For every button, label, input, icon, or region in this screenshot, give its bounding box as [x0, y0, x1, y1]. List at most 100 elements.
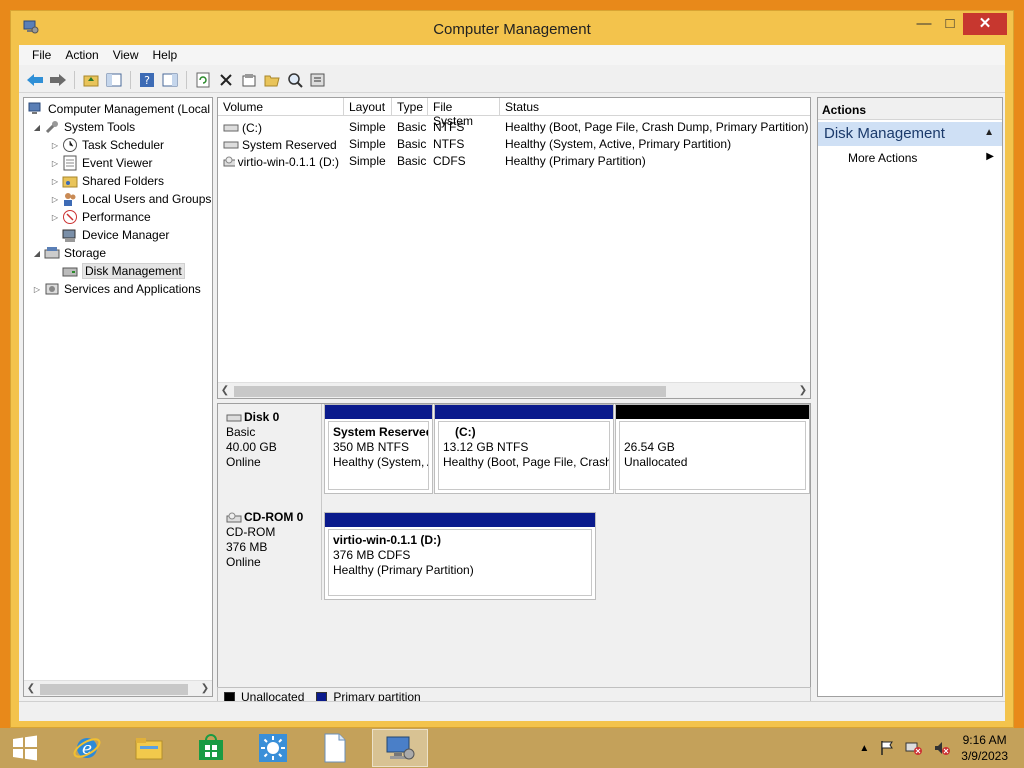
tree-item-services[interactable]: ▷ Services and Applications [32, 280, 201, 298]
volume-horizontal-scrollbar[interactable]: ❮ ❯ [218, 382, 810, 398]
collapsed-triangle-icon[interactable]: ▷ [50, 159, 60, 168]
column-status[interactable]: Status [500, 98, 810, 116]
volume-muted-icon[interactable] [933, 740, 951, 756]
action-pane-button[interactable] [160, 70, 180, 90]
expanded-triangle-icon[interactable]: ◢ [32, 123, 42, 132]
volume-type: Basic [397, 154, 427, 168]
delete-button[interactable] [216, 70, 236, 90]
refresh-button[interactable] [193, 70, 213, 90]
disk-size: 40.00 GB [226, 440, 277, 454]
column-type[interactable]: Type [392, 98, 428, 116]
volume-type: Basic [397, 120, 427, 134]
actions-pane: Actions Disk Management ▲ More Actions ▶ [817, 97, 1003, 697]
scroll-right-arrow-icon[interactable]: ❯ [796, 383, 810, 399]
partition-system-reserved[interactable]: System Reserved 350 MB NTFS Healthy (Sys… [324, 404, 433, 494]
tree-horizontal-scrollbar[interactable]: ❮ ❯ [24, 680, 212, 696]
console-tree: Computer Management (Local ◢ System Tool… [23, 97, 213, 697]
actions-section-disk-management[interactable]: Disk Management ▲ [818, 122, 1002, 146]
taskbar-file-explorer[interactable] [124, 729, 174, 767]
volume-name: (C:) [242, 120, 262, 135]
partition-size: 376 MB CDFS [333, 548, 411, 562]
cd-drive-icon [226, 512, 242, 522]
tree-label: Event Viewer [82, 156, 153, 170]
start-button[interactable] [0, 729, 50, 767]
forward-button[interactable] [48, 70, 68, 90]
volume-layout: Simple [349, 154, 386, 168]
tree-item-disk-management[interactable]: Disk Management [60, 262, 185, 280]
tree-item-device-manager[interactable]: Device Manager [60, 226, 169, 244]
tree-item-system-tools[interactable]: ◢ System Tools [32, 118, 135, 136]
toolbar-separator [74, 70, 75, 89]
network-icon[interactable] [905, 740, 923, 756]
cdrom-0-label[interactable]: CD-ROM 0 CD-ROM 376 MB Online [218, 504, 322, 600]
action-center-flag-icon[interactable] [879, 740, 895, 756]
back-arrow-icon [27, 73, 43, 86]
properties-button[interactable] [239, 70, 259, 90]
close-button[interactable]: ✕ [963, 13, 1007, 35]
taskbar-clock[interactable]: 9:16 AM 3/9/2023 [961, 732, 1008, 764]
scroll-right-arrow-icon[interactable]: ❯ [198, 681, 212, 696]
taskbar-internet-explorer[interactable]: e [62, 729, 112, 767]
table-row[interactable]: (C:) Simple Basic NTFS Healthy (Boot, Pa… [218, 119, 810, 136]
search-button[interactable] [285, 70, 305, 90]
taskbar-computer-management[interactable] [372, 729, 428, 767]
tree-item-event-viewer[interactable]: ▷ Event Viewer [50, 154, 152, 172]
taskbar-store[interactable] [186, 729, 236, 767]
partition-unallocated[interactable]: 26.54 GB Unallocated [615, 404, 810, 494]
tree-item-task-scheduler[interactable]: ▷ Task Scheduler [50, 136, 164, 154]
scroll-left-arrow-icon[interactable]: ❮ [24, 681, 38, 696]
collapsed-triangle-icon[interactable]: ▷ [32, 285, 42, 294]
partition-size: 350 MB NTFS [333, 440, 410, 454]
collapse-triangle-icon[interactable]: ▲ [984, 127, 994, 138]
table-row[interactable]: virtio-win-0.1.1 (D:) Simple Basic CDFS … [218, 153, 810, 170]
scroll-left-arrow-icon[interactable]: ❮ [218, 383, 232, 399]
menu-action[interactable]: Action [58, 45, 105, 65]
column-file-system[interactable]: File System [428, 98, 500, 128]
volume-fs: CDFS [433, 154, 466, 168]
column-layout[interactable]: Layout [344, 98, 392, 116]
open-button[interactable] [262, 70, 282, 90]
partition-d[interactable]: virtio-win-0.1.1 (D:) 376 MB CDFS Health… [324, 512, 596, 600]
collapsed-triangle-icon[interactable]: ▷ [50, 177, 60, 186]
up-folder-button[interactable] [81, 70, 101, 90]
partition-c[interactable]: (C:) 13.12 GB NTFS Healthy (Boot, Page F… [434, 404, 614, 494]
expanded-triangle-icon[interactable]: ◢ [32, 249, 42, 258]
disk-name: Disk 0 [244, 410, 280, 424]
table-row[interactable]: System Reserved Simple Basic NTFS Health… [218, 136, 810, 153]
tree-item-performance[interactable]: ▷ Performance [50, 208, 151, 226]
back-button[interactable] [25, 70, 45, 90]
partition-name: virtio-win-0.1.1 (D:) [333, 533, 442, 547]
collapsed-triangle-icon[interactable]: ▷ [50, 213, 60, 222]
collapsed-triangle-icon[interactable]: ▷ [50, 195, 60, 204]
show-hide-tree-button[interactable] [104, 70, 124, 90]
tree-item-storage[interactable]: ◢ Storage [32, 244, 106, 262]
tree-label: Computer Management (Local [48, 102, 211, 116]
tree-item-local-users[interactable]: ▷ Local Users and Groups [50, 190, 211, 208]
show-hidden-icons-icon[interactable]: ▲ [859, 743, 869, 754]
disk-type: CD-ROM [226, 525, 276, 539]
tree-item-root[interactable]: Computer Management (Local [26, 100, 210, 118]
help-button[interactable]: ? [137, 70, 157, 90]
properties-icon [242, 73, 256, 86]
taskbar-app-sun[interactable] [248, 729, 298, 767]
computer-management-window: Computer Management — □ ✕ File Action Vi… [10, 10, 1014, 728]
scroll-thumb[interactable] [234, 386, 666, 397]
menu-view[interactable]: View [106, 45, 146, 65]
tree-item-shared-folders[interactable]: ▷ Shared Folders [50, 172, 164, 190]
maximize-button[interactable]: □ [935, 13, 965, 35]
more-actions-item[interactable]: More Actions ▶ [818, 148, 1002, 168]
collapsed-triangle-icon[interactable]: ▷ [50, 141, 60, 150]
menu-help[interactable]: Help [146, 45, 185, 65]
folder-up-icon [83, 75, 99, 86]
tree-label: Shared Folders [82, 174, 165, 188]
scroll-thumb[interactable] [40, 684, 188, 695]
menu-file[interactable]: File [25, 45, 58, 65]
title-bar[interactable]: Computer Management — □ ✕ [11, 11, 1013, 45]
settings-button[interactable] [308, 70, 328, 90]
tree-label: Storage [64, 246, 107, 260]
volume-name: virtio-win-0.1.1 (D:) [237, 154, 339, 169]
more-actions-label: More Actions [848, 151, 918, 165]
column-volume[interactable]: Volume [218, 98, 344, 116]
taskbar-notepad[interactable] [310, 729, 360, 767]
disk-0-label[interactable]: Disk 0 Basic 40.00 GB Online [218, 404, 322, 504]
